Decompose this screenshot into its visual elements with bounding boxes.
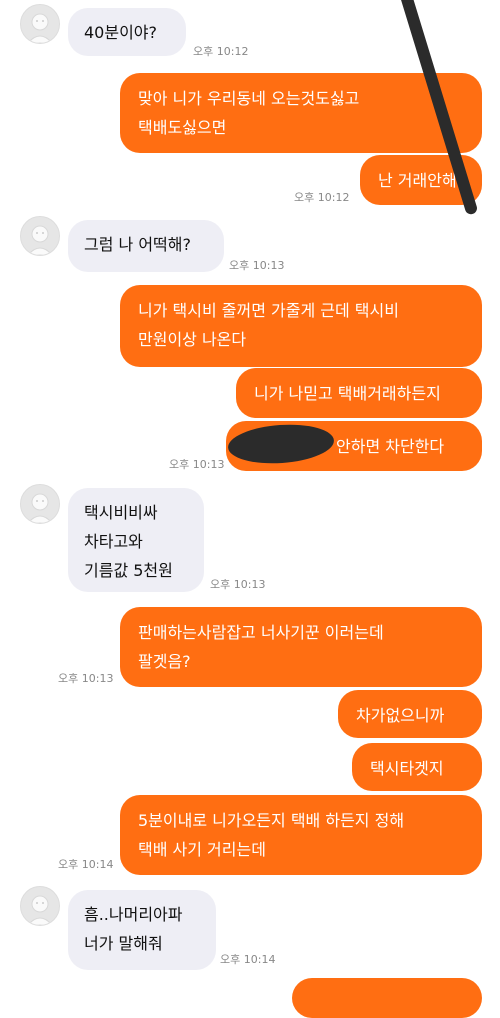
outgoing-message-bubble[interactable]: 판매하는사람잡고 너사기꾼 이러는데팔겟음? — [120, 607, 482, 687]
message-text: 팔겟음? — [138, 652, 191, 671]
message-text: 택배도싫으면 — [138, 118, 227, 137]
message-text: 그럼 나 어떡해? — [84, 235, 191, 254]
outgoing-message-bubble[interactable]: 니가 나믿고 택배거래하든지 — [236, 368, 482, 418]
default-profile-icon — [27, 13, 53, 43]
contact-avatar[interactable] — [20, 216, 60, 256]
outgoing-message-bubble[interactable]: 니가 택시비 줄꺼면 가줄게 근데 택시비만원이상 나온다 — [120, 285, 482, 367]
message-text: 택시타겟지 — [370, 759, 444, 778]
message-text: 40분이야? — [84, 23, 158, 42]
incoming-message-bubble[interactable]: 택시비비싸차타고와기름값 5천원 — [68, 488, 204, 592]
message-text: 너가 말해줘 — [84, 934, 163, 953]
message-text: 5분이내로 니가오든지 택배 하든지 정해 — [138, 811, 405, 830]
incoming-message-bubble[interactable]: 그럼 나 어떡해? — [68, 220, 224, 272]
contact-avatar[interactable] — [20, 484, 60, 524]
outgoing-message-bubble[interactable]: 택시타겟지 — [352, 743, 482, 791]
message-timestamp: 오후 10:13 — [169, 458, 225, 471]
default-profile-icon — [27, 225, 53, 255]
chat-thread: 40분이야? 오후 10:12 맞아 니가 우리동네 오는것도싫고택배도싫으면난 거… — [0, 0, 500, 1018]
incoming-message-bubble[interactable]: 40분이야? — [68, 8, 186, 56]
outgoing-message-bubble[interactable]: 차가없으니까 — [338, 690, 482, 738]
message-text: 안하면 차단한다 — [336, 437, 445, 456]
message-text: 기름값 5천원 — [84, 561, 173, 580]
contact-avatar[interactable] — [20, 4, 60, 44]
message-text: 택시비비싸 — [84, 503, 158, 522]
contact-avatar[interactable] — [20, 886, 60, 926]
message-text: 니가 나믿고 택배거래하든지 — [254, 384, 441, 403]
message-text: 흠..나머리아파 — [84, 905, 183, 924]
message-timestamp: 오후 10:13 — [210, 578, 266, 591]
message-text: 차가없으니까 — [356, 706, 445, 725]
default-profile-icon — [27, 493, 53, 523]
message-text: 맞아 니가 우리동네 오는것도싫고 — [138, 89, 360, 108]
message-text: 택배 사기 거리는데 — [138, 840, 266, 859]
message-timestamp: 오후 10:13 — [229, 259, 285, 272]
message-timestamp: 오후 10:13 — [58, 672, 114, 685]
outgoing-message-bubble[interactable]: 5분이내로 니가오든지 택배 하든지 정해택배 사기 거리는데 — [120, 795, 482, 875]
message-text: 만원이상 나온다 — [138, 330, 247, 349]
incoming-message-bubble[interactable]: 흠..나머리아파너가 말해줘 — [68, 890, 216, 970]
message-text: 차타고와 — [84, 532, 143, 551]
default-profile-icon — [27, 895, 53, 925]
message-timestamp: 오후 10:14 — [220, 953, 276, 966]
message-timestamp: 오후 10:12 — [294, 191, 350, 204]
message-text: 판매하는사람잡고 너사기꾼 이러는데 — [138, 623, 384, 642]
message-text: 난 거래안해 — [378, 171, 457, 190]
message-timestamp: 오후 10:14 — [58, 858, 114, 871]
message-text: 니가 택시비 줄꺼면 가줄게 근데 택시비 — [138, 301, 399, 320]
message-timestamp: 오후 10:12 — [193, 45, 249, 58]
outgoing-message-bubble[interactable] — [292, 978, 482, 1018]
